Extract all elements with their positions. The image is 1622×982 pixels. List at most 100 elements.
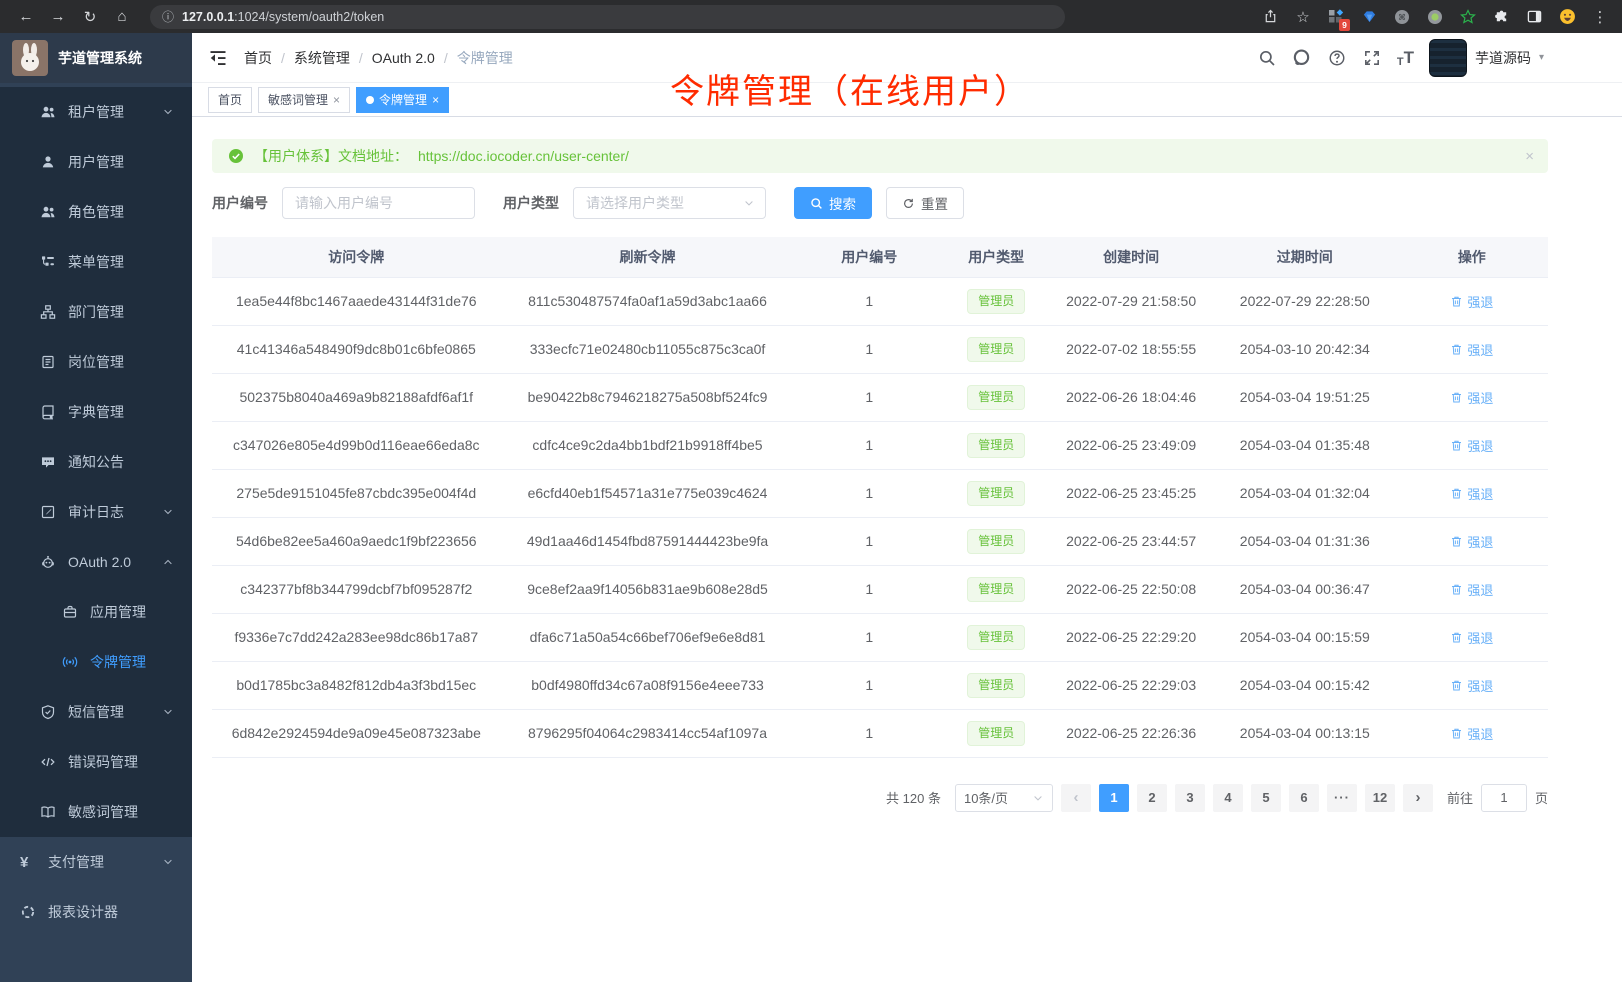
force-logout-button[interactable]: 强退 — [1450, 292, 1493, 311]
sidebar-item[interactable]: 短信管理 — [0, 687, 192, 737]
profile-avatar-icon[interactable] — [1557, 7, 1577, 27]
sidebar-panel-icon[interactable] — [1524, 7, 1544, 27]
search-button[interactable]: 搜索 — [794, 187, 872, 219]
app-logo[interactable]: 芋道管理系统 — [0, 33, 192, 83]
github-icon[interactable] — [1292, 48, 1312, 68]
table-row: 54d6be82ee5a460a9aedc1f9bf223656 49d1aa4… — [212, 517, 1548, 565]
address-bar[interactable]: ⓘ 127.0.0.1:1024/system/oauth2/token — [150, 5, 1065, 29]
tag-token-management[interactable]: 令牌管理 × — [356, 87, 449, 113]
cell-actions: 强退 — [1396, 277, 1548, 325]
site-info-icon[interactable]: ⓘ — [162, 8, 174, 25]
bookmark-star-icon[interactable]: ☆ — [1293, 7, 1313, 27]
breadcrumb-system[interactable]: 系统管理 — [294, 48, 350, 68]
force-logout-button[interactable]: 强退 — [1450, 724, 1493, 743]
browser-reload-icon[interactable]: ↻ — [76, 4, 104, 30]
user-type-badge: 管理员 — [967, 385, 1025, 410]
sidebar-item[interactable]: 岗位管理 — [0, 337, 192, 387]
extension-command-icon[interactable]: ⌘ — [1392, 7, 1412, 27]
user-menu[interactable]: 芋道源码 ▾ — [1429, 39, 1544, 77]
force-logout-button[interactable]: 强退 — [1450, 340, 1493, 359]
pagination-page[interactable]: 4 — [1213, 784, 1243, 812]
sidebar-item-label: 角色管理 — [68, 202, 192, 222]
page-buttons: 123456···12 — [1099, 784, 1395, 812]
extensions-puzzle-icon[interactable] — [1491, 7, 1511, 27]
font-size-icon[interactable]: TT — [1397, 48, 1414, 68]
pagination-more[interactable]: ··· — [1327, 784, 1357, 812]
force-logout-button[interactable]: 强退 — [1450, 628, 1493, 647]
force-logout-button[interactable]: 强退 — [1450, 388, 1493, 407]
search-icon[interactable] — [1257, 48, 1277, 68]
close-icon[interactable]: × — [333, 94, 340, 106]
cell-expire-time: 2054-03-04 01:32:04 — [1214, 469, 1396, 517]
pagination-page[interactable]: 12 — [1365, 784, 1395, 812]
sidebar-item[interactable]: 敏感词管理 — [0, 787, 192, 837]
user-name: 芋道源码 — [1475, 48, 1531, 68]
sidebar-item-label: 部门管理 — [68, 302, 192, 322]
reset-button[interactable]: 重置 — [886, 187, 964, 219]
chevron-down-icon — [162, 706, 174, 718]
sidebar-item[interactable]: 字典管理 — [0, 387, 192, 437]
extension-blocks-icon[interactable]: 9 — [1326, 7, 1346, 27]
force-logout-button[interactable]: 强退 — [1450, 580, 1493, 599]
extension-star-icon[interactable] — [1458, 7, 1478, 27]
pagination-page[interactable]: 5 — [1251, 784, 1281, 812]
cell-created-time: 2022-06-26 18:04:46 — [1048, 373, 1214, 421]
browser-menu-icon[interactable]: ⋮ — [1590, 7, 1610, 27]
pagination-page[interactable]: 3 — [1175, 784, 1205, 812]
sidebar-item[interactable]: 租户管理 — [0, 87, 192, 137]
trash-icon — [1450, 679, 1463, 692]
sidebar-item[interactable]: 角色管理 — [0, 187, 192, 237]
cell-created-time: 2022-06-25 22:26:36 — [1048, 709, 1214, 757]
extension-record-icon[interactable] — [1425, 7, 1445, 27]
sidebar-item[interactable]: 应用管理 — [0, 587, 192, 637]
goto-page-input[interactable] — [1481, 784, 1527, 812]
cell-refresh-token: dfa6c71a50a54c66bef706ef9e6e8d81 — [501, 613, 795, 661]
sidebar-fold-icon[interactable] — [208, 48, 228, 68]
force-logout-button[interactable]: 强退 — [1450, 436, 1493, 455]
sidebar-item-label: 岗位管理 — [68, 352, 192, 372]
sidebar-item[interactable]: ¥ 支付管理 — [0, 837, 192, 887]
browser-home-icon[interactable]: ⌂ — [108, 4, 136, 30]
extension-gem-icon[interactable] — [1359, 7, 1379, 27]
browser-back-icon[interactable]: ← — [12, 4, 40, 30]
sidebar: 芋道管理系统 租户管理 用户管理 角色管理 菜单管理 部门管理 岗位管理 字典管… — [0, 33, 192, 982]
cell-actions: 强退 — [1396, 325, 1548, 373]
sidebar-item[interactable]: 错误码管理 — [0, 737, 192, 787]
sidebar-item[interactable]: 菜单管理 — [0, 237, 192, 287]
prev-page-button[interactable]: ‹ — [1061, 784, 1091, 812]
sidebar-item[interactable]: 审计日志 — [0, 487, 192, 537]
share-icon[interactable] — [1260, 7, 1280, 27]
sidebar-item[interactable]: 令牌管理 — [0, 637, 192, 687]
close-icon[interactable]: × — [432, 94, 439, 106]
pagination-page[interactable]: 1 — [1099, 784, 1129, 812]
close-icon[interactable]: × — [1525, 148, 1534, 165]
tag-label: 首页 — [218, 91, 242, 108]
force-logout-button[interactable]: 强退 — [1450, 484, 1493, 503]
page-size-select[interactable]: 10条/页 — [955, 784, 1053, 812]
tree-table-icon — [40, 254, 56, 270]
pagination-page[interactable]: 2 — [1137, 784, 1167, 812]
browser-forward-icon[interactable]: → — [44, 4, 72, 30]
pagination-page[interactable]: 6 — [1289, 784, 1319, 812]
sidebar-item[interactable]: 部门管理 — [0, 287, 192, 337]
force-logout-button[interactable]: 强退 — [1450, 532, 1493, 551]
tag-sensitive-words[interactable]: 敏感词管理 × — [258, 87, 350, 113]
sidebar-item[interactable]: 通知公告 — [0, 437, 192, 487]
table-row: 1ea5e44f8bc1467aaede43144f31de76 811c530… — [212, 277, 1548, 325]
cell-actions: 强退 — [1396, 517, 1548, 565]
next-page-button[interactable]: › — [1403, 784, 1433, 812]
force-logout-button[interactable]: 强退 — [1450, 676, 1493, 695]
cell-user-type: 管理员 — [944, 565, 1048, 613]
token-table: 访问令牌 刷新令牌 用户编号 用户类型 创建时间 过期时间 操作 1ea5e44… — [212, 237, 1548, 758]
breadcrumb-oauth[interactable]: OAuth 2.0 — [372, 50, 435, 66]
fullscreen-icon[interactable] — [1362, 48, 1382, 68]
tag-home[interactable]: 首页 — [208, 87, 252, 113]
sidebar-item[interactable]: 报表设计器 — [0, 887, 192, 937]
breadcrumb-home[interactable]: 首页 — [244, 48, 272, 68]
help-icon[interactable] — [1327, 48, 1347, 68]
user-id-input[interactable] — [282, 187, 475, 219]
doc-link[interactable]: https://doc.iocoder.cn/user-center/ — [418, 148, 629, 164]
sidebar-item[interactable]: OAuth 2.0 — [0, 537, 192, 587]
sidebar-item[interactable]: 用户管理 — [0, 137, 192, 187]
user-type-select[interactable]: 请选择用户类型 — [573, 187, 766, 219]
